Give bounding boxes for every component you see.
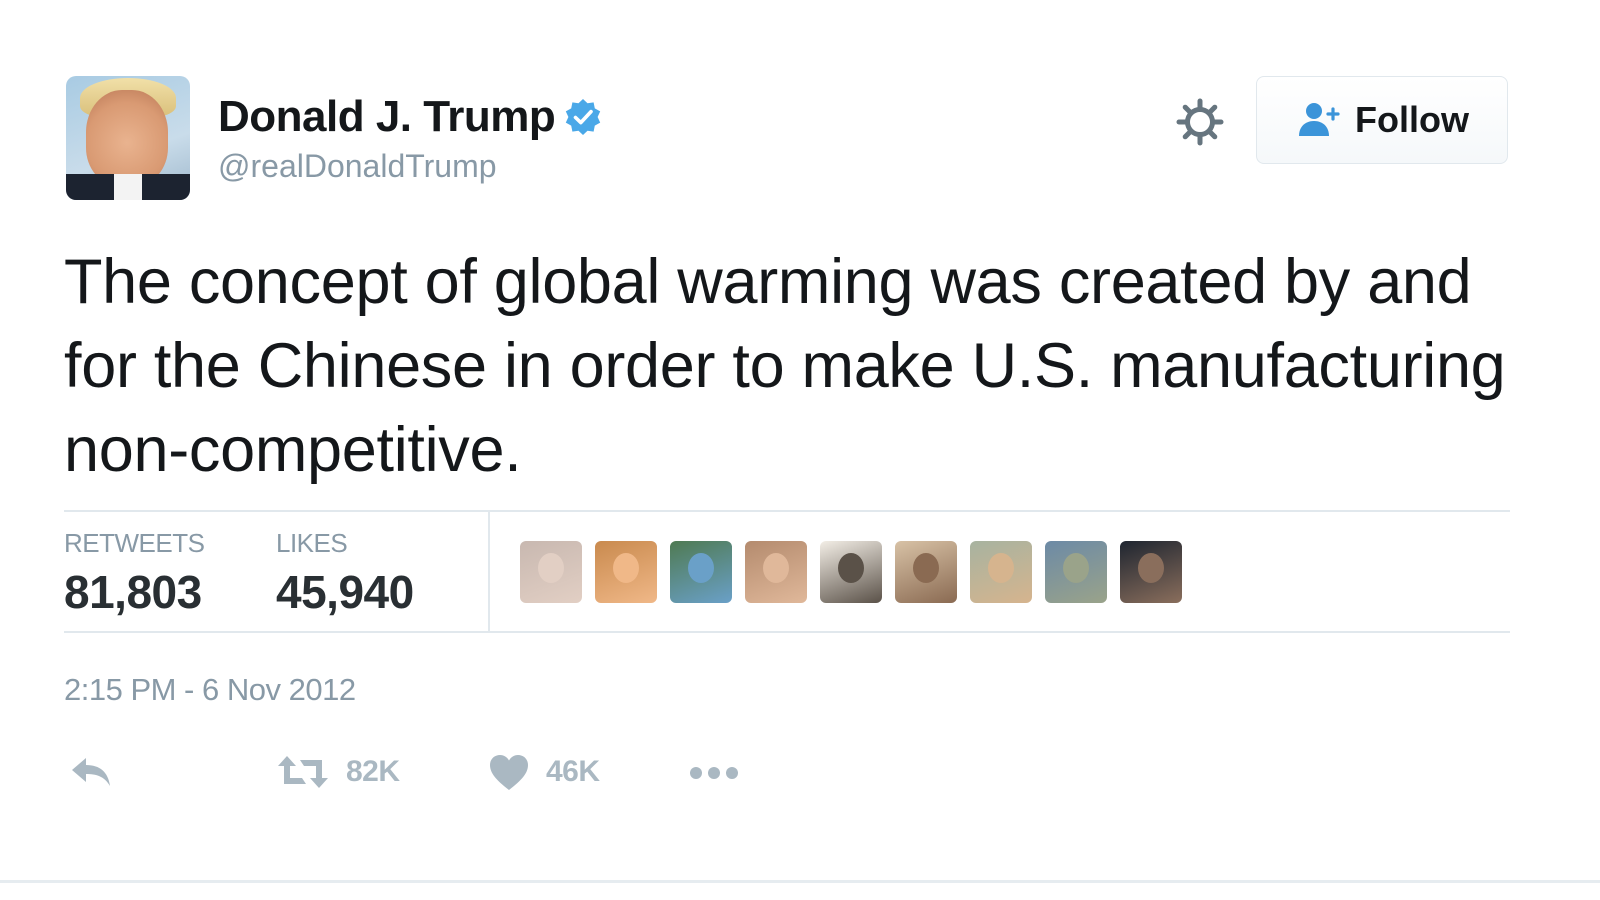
liker-avatar-face <box>1063 553 1089 583</box>
add-user-icon <box>1299 103 1340 136</box>
reply-icon <box>72 758 110 786</box>
stats-vertical-divider <box>488 512 490 631</box>
follow-label: Follow <box>1355 99 1469 140</box>
user-handle[interactable]: @realDonaldTrump <box>218 148 497 185</box>
liker-avatar-face <box>988 553 1014 583</box>
stats-divider-bottom <box>64 631 1510 633</box>
liker-avatar-face <box>913 553 939 583</box>
liker-avatar-face <box>763 553 789 583</box>
gear-icon[interactable] <box>1176 98 1224 146</box>
liker-avatar[interactable] <box>970 541 1032 603</box>
retweets-label: RETWEETS <box>64 528 205 558</box>
follow-button[interactable]: Follow <box>1256 76 1508 164</box>
liker-avatar-face <box>688 553 714 583</box>
liker-avatar[interactable] <box>1120 541 1182 603</box>
liker-avatar[interactable] <box>895 541 957 603</box>
reply-button[interactable] <box>68 752 114 792</box>
avatar[interactable] <box>66 76 190 200</box>
avatar-face <box>86 90 168 186</box>
retweet-count: 82K <box>346 755 400 788</box>
user-name-row[interactable]: Donald J. Trump <box>218 92 603 142</box>
liker-avatar-face <box>613 553 639 583</box>
liker-avatar[interactable] <box>670 541 732 603</box>
liker-avatars <box>520 541 1182 603</box>
liker-avatar-face <box>1138 553 1164 583</box>
liker-avatar[interactable] <box>595 541 657 603</box>
retweets-stat[interactable]: RETWEETS 81,803 <box>64 528 205 619</box>
more-dots-icon <box>690 767 738 779</box>
likes-label: LIKES <box>276 528 348 558</box>
heart-icon <box>490 755 528 790</box>
retweet-icon <box>278 756 328 788</box>
like-count: 46K <box>546 755 600 788</box>
likes-stat[interactable]: LIKES 45,940 <box>276 528 414 619</box>
liker-avatar-face <box>538 553 564 583</box>
liker-avatar[interactable] <box>745 541 807 603</box>
tweet-timestamp[interactable]: 2:15 PM - 6 Nov 2012 <box>64 672 356 708</box>
avatar-shirt <box>114 174 142 200</box>
verified-badge-icon <box>566 99 601 135</box>
liker-avatar[interactable] <box>820 541 882 603</box>
tweet-card: Donald J. Trump @realDonaldTrump Follow … <box>0 0 1600 900</box>
liker-avatar[interactable] <box>520 541 582 603</box>
tweet-text: The concept of global warming was create… <box>64 247 1506 485</box>
liker-avatar[interactable] <box>1045 541 1107 603</box>
liker-avatar-face <box>838 553 864 583</box>
retweet-button[interactable]: 82K <box>276 752 400 792</box>
card-bottom-border <box>0 880 1600 883</box>
user-name[interactable]: Donald J. Trump <box>218 92 556 142</box>
stats-divider-top <box>64 510 1510 512</box>
retweets-value: 81,803 <box>64 566 202 618</box>
more-button[interactable] <box>688 762 740 784</box>
like-button[interactable]: 46K <box>488 752 600 792</box>
likes-value: 45,940 <box>276 566 414 618</box>
